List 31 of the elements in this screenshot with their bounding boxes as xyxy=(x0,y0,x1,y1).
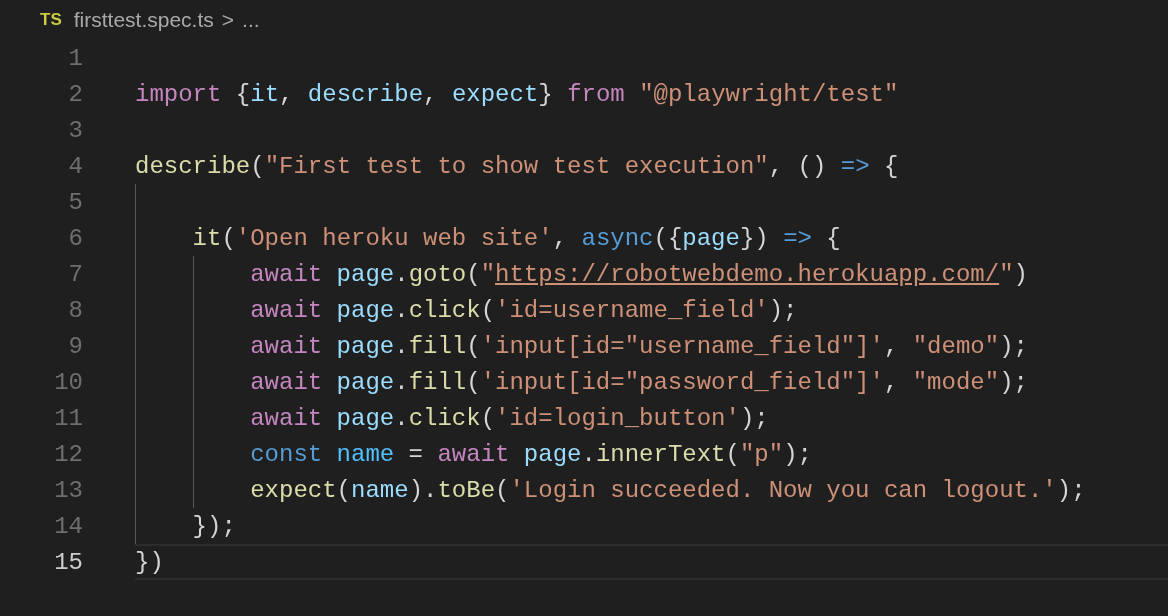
code-line: await page.goto("https://robotwebdemo.herokuapp.com/") xyxy=(250,260,1028,288)
line-number: 4 xyxy=(67,152,83,180)
line-number: 7 xyxy=(67,260,83,288)
typescript-file-icon: TS xyxy=(40,10,62,30)
line-number: 11 xyxy=(53,404,83,432)
line-number: 10 xyxy=(53,368,83,396)
code-line: await page.fill('input[id="username_field"]', "demo"); xyxy=(250,332,1028,360)
code-line: const name = await page.innerText("p"); xyxy=(250,440,812,468)
line-number: 8 xyxy=(67,296,83,324)
code-line: await page.fill('input[id="password_field"]', "mode"); xyxy=(250,368,1028,396)
breadcrumb-separator: > xyxy=(221,8,235,32)
line-number: 9 xyxy=(67,332,83,360)
breadcrumb-more[interactable]: ... xyxy=(242,8,260,32)
code-line: describe("First test to show test execution", () => { xyxy=(135,152,899,180)
code-line: await page.click('id=login_button'); xyxy=(250,404,769,432)
code-line: expect(name).toBe('Login succeeded. Now you can logout.'); xyxy=(250,476,1086,504)
line-number: 3 xyxy=(67,116,83,144)
line-number: 12 xyxy=(53,440,83,468)
line-number: 1 xyxy=(67,44,83,72)
line-number: 13 xyxy=(53,476,83,504)
line-number: 6 xyxy=(67,224,83,252)
breadcrumb-file[interactable]: firsttest.spec.ts xyxy=(73,8,214,32)
line-number: 14 xyxy=(53,512,83,540)
code-line: await page.click('id=username_field'); xyxy=(250,296,798,324)
line-number: 2 xyxy=(67,80,83,108)
line-number: 5 xyxy=(67,188,83,216)
line-number: 15 xyxy=(53,548,83,576)
code-line: import {it, describe, expect} from "@playwright/test" xyxy=(135,80,899,108)
code-line: }); xyxy=(192,512,236,540)
code-line: }) xyxy=(135,548,164,576)
code-line: it('Open heroku web site', async({page}) => { xyxy=(192,224,841,252)
